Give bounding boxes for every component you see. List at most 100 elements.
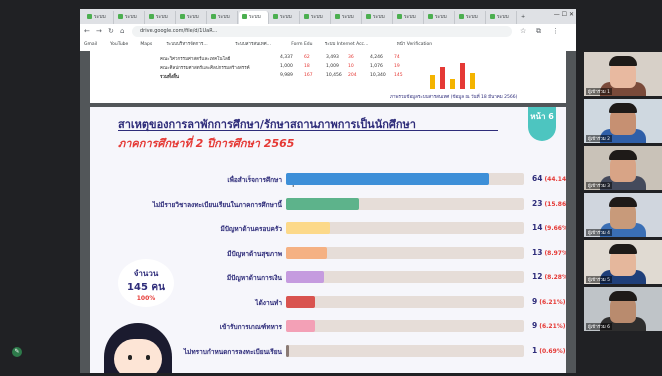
bookmark-item[interactable]: ระบบ Internet Acc...	[325, 40, 369, 50]
menu-icon[interactable]: ⋮	[552, 27, 559, 35]
prev-table-cell: 3,493	[326, 55, 339, 60]
bar-fill	[286, 295, 315, 308]
browser-tab[interactable]: ระบบ	[208, 11, 238, 24]
prev-table-label: รวมทั้งสิ้น	[160, 75, 179, 80]
prev-table-cell: 1,076	[370, 64, 383, 69]
bar-fill	[286, 222, 331, 234]
bar-label: ไม่ทราบกำหนดการลงทะเบียนเรียน	[183, 347, 282, 356]
total-label: จำนวน	[133, 269, 159, 278]
tab-favicon-icon	[490, 14, 495, 19]
previous-page-bottom: คณะวิศวกรรมศาสตร์และเทคโนโลยี 4,337 62 3,49…	[90, 51, 566, 103]
address-bar[interactable]: drive.google.com/file/d/1UaR...	[132, 26, 512, 37]
home-icon[interactable]: ⌂	[120, 27, 124, 35]
prev-table-cell: 204	[348, 73, 357, 78]
browser-tab[interactable]: ระบบ	[84, 11, 114, 24]
prev-table-cell: 19	[394, 64, 400, 69]
prev-mini-chart-bar	[460, 63, 465, 89]
tab-label: ระบบ	[156, 14, 168, 20]
prev-mini-chart-bar	[470, 73, 475, 89]
participant-hair	[609, 56, 637, 66]
tab-favicon-icon	[366, 14, 371, 19]
bookmark-item[interactable]: YouTube	[110, 40, 128, 50]
window-controls[interactable]: — ☐ ✕	[554, 11, 574, 18]
prev-table-cell: 1,000	[280, 64, 293, 69]
total-circle: จำนวน 145 คน 100%	[118, 259, 174, 307]
reload-icon[interactable]: ↻	[108, 27, 114, 35]
browser-tab[interactable]: ระบบ	[239, 11, 269, 24]
tab-favicon-icon	[149, 14, 154, 19]
bar-value-label: 13(8.97%)	[532, 248, 566, 257]
bar-value-percent: (6.21%)	[539, 298, 566, 306]
bar-value-percent: (44.14%)	[544, 176, 566, 183]
browser-tab[interactable]: ระบบ	[301, 11, 331, 24]
bookmark-item[interactable]: Gmail	[84, 40, 97, 50]
prev-page-note: ภาพรวมข้อมูลระบบสารสนเทศ (ข้อมูล ณ วันที…	[390, 95, 518, 100]
prev-table-cell: 4,337	[280, 55, 293, 60]
bar-fill	[286, 246, 328, 259]
participant-name: ผู้เข้าร่วม 3	[586, 182, 612, 189]
bar-value-label: 9 (6.21%)	[532, 321, 566, 330]
extensions-icon[interactable]: ⧉	[536, 27, 541, 36]
bar-label: มีปัญหาด้านครอบครัว	[220, 225, 282, 233]
bookmark-item[interactable]: หน้า Verification	[397, 40, 432, 50]
participant-hair	[609, 150, 637, 160]
participant-hair	[609, 244, 637, 254]
participant-name: ผู้เข้าร่วม 6	[586, 323, 612, 330]
title-underline	[118, 130, 498, 131]
bookmark-item[interactable]: ระบบบริหารจัดการ...	[166, 40, 207, 50]
tab-label: ระบบ	[342, 14, 354, 20]
participant-tile[interactable]: ผู้เข้าร่วม 6	[584, 287, 662, 331]
participant-tile[interactable]: ผู้เข้าร่วม 1	[584, 52, 662, 96]
prev-table-cell: 10,456	[326, 73, 342, 78]
browser-tab[interactable]: ระบบ	[425, 11, 455, 24]
page-badge: หน้า 6	[528, 107, 556, 141]
bookmark-item[interactable]: Maps	[140, 40, 152, 50]
new-tab-button[interactable]: +	[518, 11, 530, 24]
participant-name: ผู้เข้าร่วม 4	[586, 229, 612, 236]
tab-favicon-icon	[304, 14, 309, 19]
browser-tab[interactable]: ระบบ	[487, 11, 517, 24]
participant-sidebar: ผู้เข้าร่วม 1 ผู้เข้าร่วม 2 ผู้เข้าร่วม 3 ผ…	[584, 52, 662, 376]
participant-name: ผู้เข้าร่วม 1	[586, 88, 612, 95]
participant-tile[interactable]: ผู้เข้าร่วม 2	[584, 99, 662, 143]
browser-tab[interactable]: ระบบ	[332, 11, 362, 24]
browser-tab[interactable]: ระบบ	[115, 11, 145, 24]
bar-track	[286, 271, 524, 283]
participant-name: ผู้เข้าร่วม 5	[586, 276, 612, 283]
bar-fill	[286, 320, 315, 332]
browser-toolbar: ← → ↻ ⌂ drive.google.com/file/d/1UaR... …	[80, 24, 576, 39]
tab-favicon-icon	[397, 14, 402, 19]
meeting-status-icon[interactable]: ✎	[12, 347, 22, 357]
bar-value-number: 64	[532, 174, 543, 183]
bar-value-number: 9	[532, 296, 538, 306]
bar-value-percent: (6.21%)	[539, 323, 566, 330]
tab-label: ระบบ	[187, 14, 199, 20]
pdf-viewer: คณะวิศวกรรมศาสตร์และเทคโนโลยี 4,337 62 3,49…	[80, 51, 576, 373]
forward-icon[interactable]: →	[96, 27, 102, 35]
participant-tile[interactable]: ผู้เข้าร่วม 4	[584, 193, 662, 237]
browser-tab[interactable]: ระบบ	[270, 11, 300, 24]
prev-table-cell: 4,246	[370, 55, 383, 60]
bar-value-number: 23	[532, 198, 543, 208]
bookmark-item[interactable]: ระบบสารสนเทศ...	[235, 40, 271, 50]
browser-tab[interactable]: ระบบ	[146, 11, 176, 24]
browser-tab[interactable]: ระบบ	[177, 11, 207, 24]
prev-mini-chart-bar	[430, 75, 435, 89]
star-icon[interactable]: ☆	[520, 27, 526, 35]
browser-tab[interactable]: ระบบ	[363, 11, 393, 24]
participant-tile[interactable]: ผู้เข้าร่วม 5	[584, 240, 662, 284]
shared-browser-window: ระบบ ระบบ ระบบ ระบบ ระบบ ระบบ ระบบ ระบบ ระบบ ระบบ…	[80, 9, 576, 373]
back-icon[interactable]: ←	[84, 27, 90, 35]
prev-table-cell: 167	[304, 73, 313, 78]
tab-label: ระบบ	[497, 14, 509, 20]
browser-tab[interactable]: ระบบ	[394, 11, 424, 24]
tab-favicon-icon	[118, 14, 123, 19]
prev-mini-chart-bar	[450, 79, 455, 89]
bar-value-label: 64(44.14%)	[532, 174, 566, 183]
browser-tab[interactable]: ระบบ	[456, 11, 486, 24]
participant-tile[interactable]: ผู้เข้าร่วม 3	[584, 146, 662, 190]
prev-table-cell: 36	[348, 55, 354, 60]
bookmark-item[interactable]: Form Edu	[291, 40, 312, 50]
bar-track	[286, 222, 524, 234]
prev-table-cell: 10	[348, 64, 354, 69]
